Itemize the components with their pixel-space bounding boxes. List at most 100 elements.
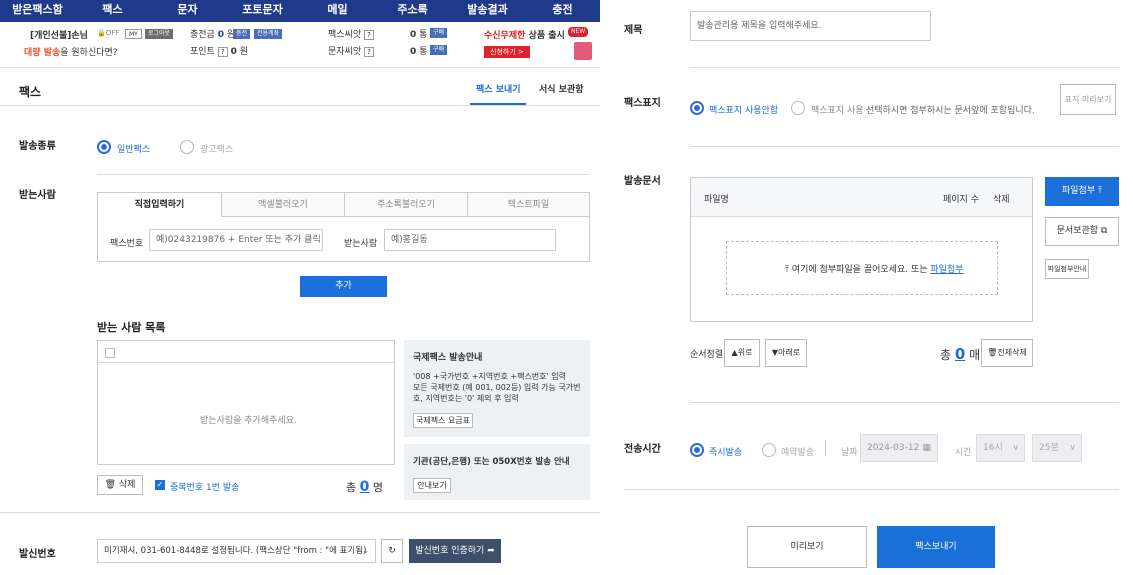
lock-icon: 🔒 — [97, 29, 106, 37]
duplicate-send-checkbox[interactable]: ✓ — [155, 480, 165, 490]
drop-attach-link[interactable]: 파일첨부 — [930, 265, 963, 275]
radio-send-now[interactable] — [690, 443, 704, 457]
drop-text: ⤒ 여기에 첨부파일을 끌어오세요. 또는 파일첨부 — [785, 265, 964, 275]
move-down-button[interactable]: ▼아래로 — [765, 339, 807, 367]
radio-ad-fax[interactable] — [180, 140, 194, 154]
sms-seed-buy-button[interactable]: 구매 — [430, 45, 448, 55]
org-panel: 기관(공단,은행) 또는 050X번호 발송 안내 안내보기 — [404, 444, 590, 500]
delete-button[interactable]: 🗑 삭제 — [97, 475, 143, 495]
file-drop-zone[interactable]: ⤒ 여기에 첨부파일을 끌어오세요. 또는 파일첨부 — [726, 241, 998, 295]
tab-excel[interactable]: 엑셀불러오기 — [221, 193, 344, 217]
fax-number-label: 팩스번호 — [110, 239, 144, 249]
recipient-label: 받는사람 — [19, 190, 56, 201]
cover-label: 팩스표지 — [624, 98, 661, 109]
intl-fax-panel: 국제팩스 발송안내 '008 +국가번호 +지역번호 +팩스번호' 입력 모든 … — [404, 340, 590, 437]
org-guide-button[interactable]: 안내보기 — [413, 478, 451, 493]
trash-icon: 🗑 — [104, 480, 116, 490]
schedule-label: 전송시간 — [624, 444, 661, 455]
divider — [97, 174, 590, 175]
nav-mail[interactable]: 메일 — [300, 0, 375, 22]
subject-input[interactable]: 발송관리용 제목을 입력해주세요. — [690, 11, 931, 41]
radio-reserve[interactable] — [762, 443, 776, 457]
tab-address-book[interactable]: 주소록불러오기 — [344, 193, 467, 217]
divider — [0, 512, 600, 513]
upload-icon: ⤒ — [1098, 186, 1102, 196]
col-pages: 페이지 수 — [943, 195, 979, 205]
duplicate-send-label: 중복번호 1번 발송 — [170, 483, 240, 493]
refresh-button[interactable]: ↻ — [381, 539, 403, 563]
charge-row: 충전금 0 원 — [190, 30, 236, 40]
nav-sms[interactable]: 문자 — [150, 0, 225, 22]
tab-direct-input[interactable]: 직접입력하기 — [98, 193, 221, 217]
recipient-input-tabs: 직접입력하기 엑셀불러오기 주소록불러오기 텍스트파일 팩스번호 예)02432… — [97, 192, 590, 262]
fax-seed-label: 팩스씨앗 ? — [328, 27, 374, 40]
document-storage-button[interactable]: 문서보관함 ⧉ — [1045, 217, 1119, 246]
send-fax-button[interactable]: 팩스보내기 — [877, 526, 995, 568]
nav-fax[interactable]: 팩스 — [75, 0, 150, 22]
intl-rates-button[interactable]: 국제팩스 요금표 — [413, 413, 473, 428]
preview-button[interactable]: 미리보기 — [747, 526, 867, 568]
logout-button[interactable]: 로그아웃 — [145, 29, 174, 39]
list-header — [98, 341, 394, 363]
charge-button[interactable]: 충전 — [233, 29, 251, 39]
intl-line3: 호, 지역번호는 '0' 제외 후 입력 — [413, 394, 519, 403]
cover-desc: 선택하시면 첨부하시는 문서앞에 포함됩니다. — [866, 106, 1035, 116]
virtual-account-button[interactable]: 전용계좌 — [254, 29, 283, 39]
document-label: 발송문서 — [624, 176, 661, 187]
normal-fax-label: 일반팩스 — [117, 145, 151, 155]
minute-select[interactable]: 25분 ∨ — [1032, 434, 1082, 462]
radio-normal-fax[interactable] — [97, 140, 111, 154]
attach-file-button[interactable]: 파일첨부 ⤒ — [1045, 177, 1119, 206]
send-now-label: 즉시발송 — [709, 448, 743, 458]
move-up-button[interactable]: ▲위로 — [724, 339, 760, 367]
fax-seed-buy-button[interactable]: 구매 — [430, 28, 448, 38]
add-recipient-button[interactable]: 추가 — [300, 276, 387, 297]
my-button[interactable]: MY — [125, 29, 142, 39]
share-arrow-icon: ➦ — [487, 546, 495, 556]
fax-number-input[interactable]: 예)0243219876 + Enter 또는 추가 클릭 — [149, 229, 323, 251]
tab-template-storage[interactable]: 서식 보관함 — [539, 82, 584, 95]
ad-fax-label: 광고팩스 — [200, 145, 234, 155]
divider — [690, 67, 1119, 68]
sender-number-select[interactable]: 미기재시, 031-601-8448로 설정됩니다. (팩스상단 "from :… — [97, 539, 376, 563]
nav-charge[interactable]: 충전 — [525, 0, 600, 22]
intl-title: 국제팩스 발송안내 — [413, 353, 483, 363]
date-label: 날짜 — [841, 448, 858, 458]
hour-select[interactable]: 16시 ∨ — [976, 434, 1025, 462]
intl-line1: '008 +국가번호 +지역번호 +팩스번호' 입력 — [413, 372, 566, 381]
lock-off[interactable]: 🔒OFF — [97, 29, 119, 37]
trash-icon: 🗑 — [987, 348, 998, 357]
top-nav: 받은팩스함 팩스 문자 포토문자 메일 주소록 발송결과 충전 — [0, 0, 600, 22]
cover-on-label: 팩스표지 사용 — [811, 106, 864, 116]
divider — [624, 489, 1119, 490]
divider — [825, 440, 826, 456]
chevron-down-icon: ∨ — [1012, 443, 1019, 453]
nav-address[interactable]: 주소록 — [375, 0, 450, 22]
point-row: 포인트 ? 0 원 — [190, 46, 249, 57]
date-input[interactable]: 2024-03-12 ▦ — [860, 434, 938, 462]
sender-auth-button[interactable]: 발신번호 인증하기 ➦ — [409, 539, 501, 563]
radio-cover-off[interactable] — [690, 101, 704, 115]
divider — [690, 402, 1119, 403]
cover-off-label: 팩스표지 사용안함 — [709, 106, 779, 116]
nav-received[interactable]: 받은팩스함 — [0, 0, 75, 22]
nav-results[interactable]: 발송결과 — [450, 0, 525, 22]
select-all-checkbox[interactable] — [105, 348, 115, 358]
tab-text-file[interactable]: 텍스트파일 — [467, 193, 589, 217]
recipient-name-input[interactable]: 예)홍길동 — [384, 229, 556, 251]
radio-cover-on[interactable] — [791, 101, 805, 115]
ad-apply-button[interactable]: 신청하기 > — [484, 46, 530, 58]
cover-preview-button[interactable]: 표지 미리보기 — [1060, 84, 1116, 115]
nav-photo[interactable]: 포토문자 — [225, 0, 300, 22]
reserve-label: 예약발송 — [781, 448, 815, 458]
divider — [690, 146, 1119, 147]
upload-icon: ⤒ — [785, 265, 789, 275]
recipient-list-box: 받는사람을 추가해주세요. — [97, 340, 395, 465]
tab-fax-send[interactable]: 팩스 보내기 — [476, 82, 521, 95]
recipient-list-title: 받는 사람 목록 — [97, 321, 166, 334]
delete-all-button[interactable]: 🗑전체삭제 — [981, 339, 1033, 367]
col-file-name: 파일명 — [704, 195, 729, 205]
calendar-icon: ▦ — [922, 443, 931, 453]
attach-guide-button[interactable]: 파일첨부안내 — [1045, 259, 1089, 279]
recipient-name-label: 받는사람 — [344, 239, 378, 249]
